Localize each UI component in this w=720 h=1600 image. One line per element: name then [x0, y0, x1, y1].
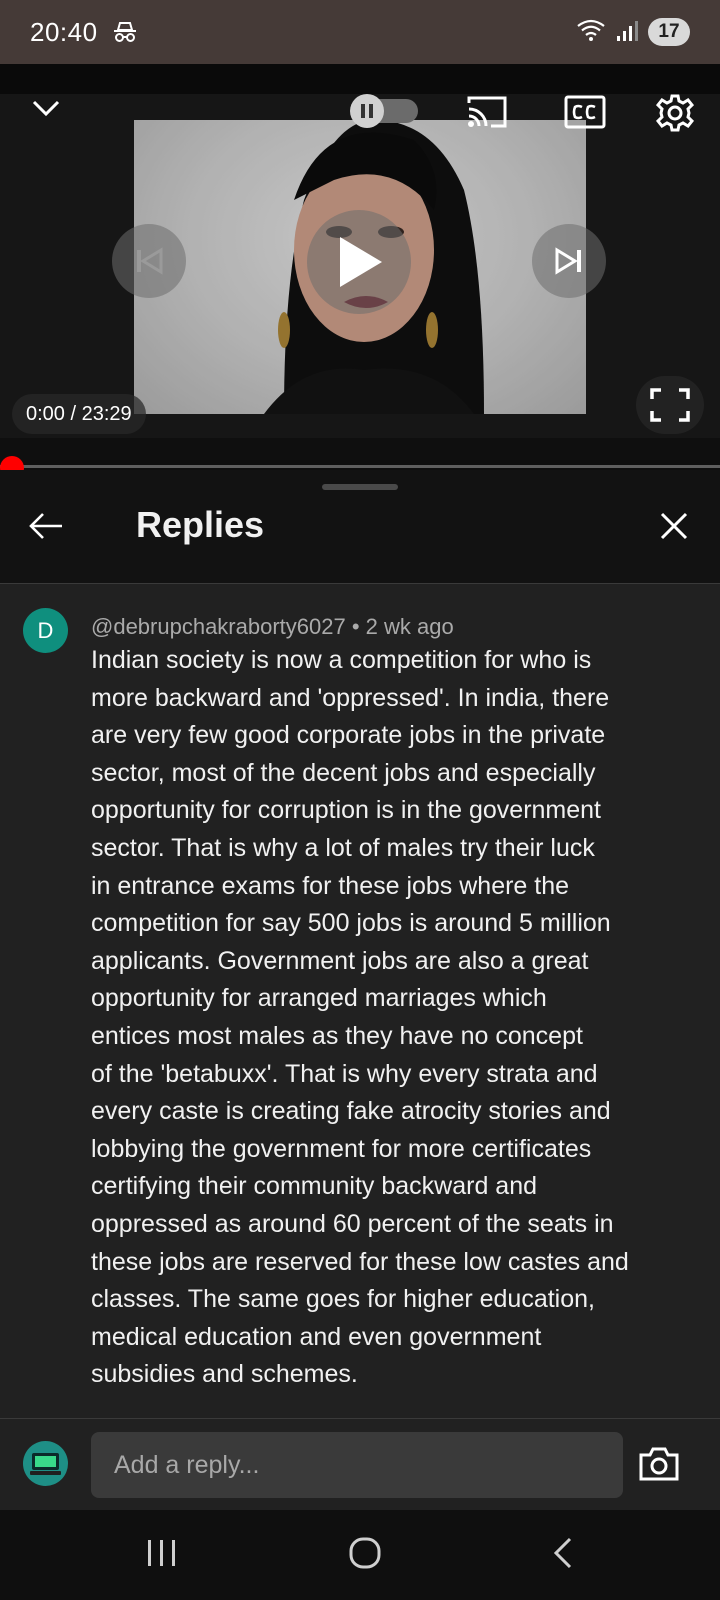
captions-icon[interactable] — [563, 94, 607, 130]
collapse-chevron-icon[interactable] — [26, 94, 66, 122]
comment-author[interactable]: @debrupchakraborty6027 — [91, 614, 346, 639]
comment-line: certifying their community backward and — [91, 1172, 538, 1201]
comment-line: sector, most of the decent jobs and espe… — [91, 758, 596, 787]
comment-line: applicants. Government jobs are also a g… — [91, 946, 589, 975]
battery-indicator: 17 — [648, 18, 690, 46]
back-arrow-icon[interactable] — [26, 508, 66, 544]
comment-meta: @debrupchakraborty6027 • 2 wk ago — [91, 614, 454, 640]
comment-text: Indian society is now a competition for … — [91, 642, 661, 1394]
comment-line: oppressed as around 60 percent of the se… — [91, 1209, 614, 1238]
close-icon[interactable] — [656, 508, 692, 544]
youtube-replies-screen: 20:40 17 0:00 / 23:29 Replies D @debrupc… — [0, 0, 720, 1600]
comment-line: classes. The same goes for higher educat… — [91, 1285, 595, 1314]
autoplay-toggle-icon[interactable] — [350, 94, 420, 128]
previous-icon[interactable] — [112, 224, 186, 298]
play-icon[interactable] — [307, 210, 411, 314]
comment-line: lobbying the government for more certifi… — [91, 1134, 592, 1163]
recents-icon[interactable] — [145, 1538, 179, 1573]
user-avatar[interactable] — [23, 1441, 68, 1486]
signal-icon — [616, 18, 638, 47]
reply-input[interactable] — [91, 1432, 623, 1498]
comment-line: subsidies and schemes. — [91, 1360, 358, 1389]
drag-handle[interactable] — [322, 484, 398, 490]
meta-separator: • — [351, 614, 360, 639]
comment-line: in entrance exams for these jobs where t… — [91, 871, 570, 900]
cast-icon[interactable] — [464, 94, 510, 130]
wifi-icon — [576, 17, 606, 48]
comment-line: more backward and 'oppressed'. In india,… — [91, 683, 610, 712]
comment-line: are very few good corporate jobs in the … — [91, 721, 606, 750]
next-icon[interactable] — [532, 224, 606, 298]
camera-icon[interactable] — [638, 1445, 680, 1483]
comment-line: entices most males as they have no conce… — [91, 1021, 583, 1050]
replies-title: Replies — [136, 504, 265, 545]
player-top-band — [0, 64, 720, 94]
incognito-icon — [112, 19, 138, 45]
comment-line: these jobs are reserved for these low ca… — [91, 1247, 629, 1276]
comment-line: sector. That is why a lot of males try t… — [91, 833, 595, 862]
status-indicators: 17 — [576, 17, 690, 48]
replies-sheet: Replies D @debrupchakraborty6027 • 2 wk … — [0, 470, 720, 1510]
fullscreen-icon[interactable] — [636, 376, 704, 434]
status-bar: 20:40 17 — [0, 0, 720, 64]
replies-header: Replies — [0, 470, 720, 584]
comment-line: every caste is creating fake atrocity st… — [91, 1097, 611, 1126]
home-icon[interactable] — [348, 1536, 382, 1575]
comment-line: competition for say 500 jobs is around 5… — [91, 909, 611, 938]
settings-gear-icon[interactable] — [654, 94, 696, 134]
avatar[interactable]: D — [23, 608, 68, 653]
playback-time: 0:00 / 23:29 — [12, 394, 146, 434]
progress-track[interactable] — [0, 465, 720, 468]
comment-line: of the 'betabuxx'. That is why every str… — [91, 1059, 598, 1088]
back-icon[interactable] — [551, 1536, 575, 1575]
comment-line: Indian society is now a competition for … — [91, 646, 592, 674]
status-time: 20:40 — [30, 16, 98, 47]
video-player[interactable]: 0:00 / 23:29 — [0, 94, 720, 438]
reply-bar — [0, 1418, 720, 1510]
comment-line: opportunity for arranged marriages which — [91, 984, 547, 1013]
system-nav-bar — [0, 1510, 720, 1600]
comment-age: 2 wk ago — [365, 614, 454, 639]
comment-line: medical education and even government — [91, 1322, 542, 1351]
comment-line: opportunity for corruption is in the gov… — [91, 796, 601, 825]
